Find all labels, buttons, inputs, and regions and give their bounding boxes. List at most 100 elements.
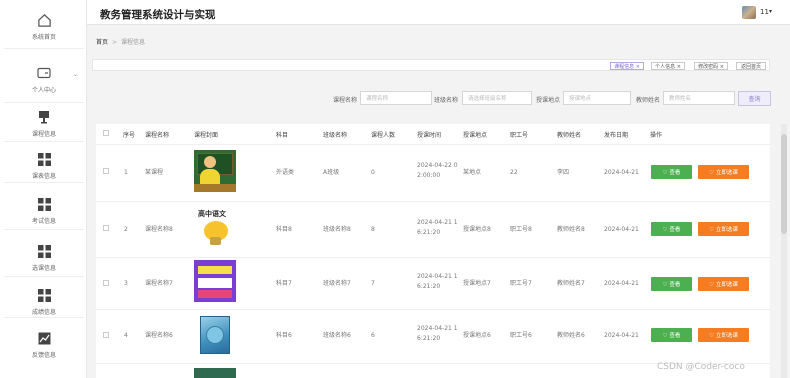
cell-course-name: 课程名称7 xyxy=(145,280,173,287)
sidebar-item-home[interactable]: 系统首页 xyxy=(4,0,84,49)
cell-time: 6:21:20 xyxy=(417,335,441,342)
enroll-button[interactable]: ♡ 立即选课 xyxy=(698,328,749,342)
course-name-input[interactable]: 课程名称 xyxy=(360,91,432,105)
breadcrumb-current: 课程信息 xyxy=(121,39,146,46)
cover-title: 高中语文 xyxy=(198,210,226,218)
header-actions: 操作 xyxy=(650,132,663,139)
sidebar-item-courses[interactable]: 课程信息 xyxy=(4,103,84,142)
trend-icon xyxy=(36,330,52,346)
caret-down-icon[interactable]: ▾ xyxy=(769,8,772,15)
header-index: 序号 xyxy=(123,132,136,139)
grid-icon xyxy=(36,287,52,303)
tag-home[interactable]: 返回首页 xyxy=(736,62,766,70)
user-name[interactable]: 11 xyxy=(760,8,769,16)
cell-class: A班级 xyxy=(323,169,340,176)
sidebar: 系统首页 个人中心 ⌄ 课程信息 课表信息 考试信息 选课信息 成绩信息 反馈信… xyxy=(0,0,87,378)
sidebar-item-label: 个人中心 xyxy=(31,87,56,94)
top-header: 教务管理系统设计与实现 11 ▾ xyxy=(87,0,790,25)
table-row: 4 课程名称6 科目6 班级名称6 6 2024-04-21 1 6:21:20… xyxy=(96,309,770,363)
cell-course-name: 某课程 xyxy=(145,169,164,176)
view-button[interactable]: ♡ 查看 xyxy=(651,328,692,342)
cell-location: 授课地点6 xyxy=(463,332,491,339)
cell-count: 0 xyxy=(371,169,375,176)
cell-staff-id: 22 xyxy=(510,169,518,176)
cell-staff-id: 职工号6 xyxy=(510,332,532,339)
row-checkbox[interactable] xyxy=(103,168,109,174)
cell-subject: 科目8 xyxy=(276,226,292,233)
cell-class: 班级名称7 xyxy=(323,280,351,287)
search-button[interactable]: 查询 xyxy=(738,91,771,106)
cell-time: 6:21:20 xyxy=(417,229,441,236)
cell-date: 2024-04-21 xyxy=(604,169,639,176)
sidebar-item-personal[interactable]: 个人中心 ⌄ xyxy=(4,55,84,103)
sidebar-item-feedback[interactable]: 反馈信息 xyxy=(4,318,84,364)
grid-icon xyxy=(36,196,52,212)
cell-date: 2024-04-21 xyxy=(604,332,639,339)
cell-teacher: 教师姓名8 xyxy=(557,226,585,233)
sidebar-item-schedule[interactable]: 课表信息 xyxy=(4,142,84,183)
header-staff-id: 职工号 xyxy=(510,132,529,139)
course-cover-image xyxy=(194,150,236,192)
row-checkbox[interactable] xyxy=(103,332,109,338)
cell-class: 班级名称8 xyxy=(323,226,351,233)
header-location: 授课地点 xyxy=(463,132,488,139)
cell-time: 2024-04-21 1 xyxy=(417,325,458,332)
cell-time: 2024-04-21 1 xyxy=(417,273,458,280)
sidebar-item-label: 课程信息 xyxy=(31,131,56,138)
sidebar-item-exams[interactable]: 考试信息 xyxy=(4,183,84,230)
class-name-select[interactable]: 请选择班级名称 xyxy=(462,91,532,105)
table-row: 3 课程名称7 科目7 班级名称7 7 2024-04-21 1 6:21:20… xyxy=(96,257,770,309)
cell-count: 6 xyxy=(371,332,375,339)
grid-icon xyxy=(36,151,52,167)
select-all-checkbox[interactable] xyxy=(103,130,109,136)
cell-index: 1 xyxy=(124,169,128,176)
class-name-label: 班级名称 xyxy=(434,97,459,104)
cell-subject: 外语类 xyxy=(276,169,295,176)
cell-count: 7 xyxy=(371,280,375,287)
enroll-button[interactable]: ♡ 立即选课 xyxy=(698,222,749,236)
cell-course-name: 课程名称6 xyxy=(145,332,173,339)
tag-profile[interactable]: 个人信息 × xyxy=(651,62,685,70)
app-title: 教务管理系统设计与实现 xyxy=(100,9,216,21)
avatar[interactable] xyxy=(742,6,756,19)
enroll-button[interactable]: ♡ 立即选课 xyxy=(698,277,749,291)
cell-date: 2024-04-21 xyxy=(604,280,639,287)
teacher-input[interactable]: 教师姓名 xyxy=(663,91,735,105)
sidebar-item-enrollment[interactable]: 选课信息 xyxy=(4,230,84,277)
breadcrumb-separator: > xyxy=(112,39,118,46)
cell-time: 2:00:00 xyxy=(417,172,441,179)
cell-teacher: 李四 xyxy=(557,169,570,176)
scrollbar-thumb[interactable] xyxy=(781,134,787,234)
table-row: 1 某课程 外语类 A班级 0 2024-04-22 0 2:00:00 某地点… xyxy=(96,144,770,192)
tag-courses[interactable]: 课程信息 × xyxy=(610,62,644,70)
cell-teacher: 教师姓名6 xyxy=(557,332,585,339)
sidebar-item-label: 系统首页 xyxy=(31,34,56,41)
row-checkbox[interactable] xyxy=(103,280,109,286)
tag-bar: 课程信息 × 个人信息 × 修改密码 × 返回首页 xyxy=(92,59,770,71)
view-button[interactable]: ♡ 查看 xyxy=(651,222,692,236)
table-scrollbar[interactable] xyxy=(781,124,787,378)
wallet-icon xyxy=(36,65,52,81)
enroll-button[interactable]: ♡ 立即选课 xyxy=(698,165,749,179)
header-teacher: 教师姓名 xyxy=(557,132,582,139)
sidebar-item-grades[interactable]: 成绩信息 xyxy=(4,277,84,318)
cell-time: 6:21:20 xyxy=(417,283,441,290)
breadcrumb-home[interactable]: 首页 xyxy=(96,39,108,46)
location-label: 授课地点 xyxy=(536,97,561,104)
view-button[interactable]: ♡ 查看 xyxy=(651,277,692,291)
cell-course-name: 课程名称8 xyxy=(145,226,173,233)
course-name-label: 课程名称 xyxy=(333,97,358,104)
cell-teacher: 教师姓名7 xyxy=(557,280,585,287)
course-cover-image: 高中语文 xyxy=(194,207,236,249)
watermark: CSDN @Coder-coco xyxy=(657,362,745,372)
course-table: 序号 课程名称 课程封面 科目 班级名称 课程人数 授课时间 授课地点 职工号 … xyxy=(96,124,770,378)
sidebar-item-label: 选课信息 xyxy=(31,265,56,272)
row-checkbox[interactable] xyxy=(103,225,109,231)
cell-class: 班级名称6 xyxy=(323,332,351,339)
tag-password[interactable]: 修改密码 × xyxy=(694,62,728,70)
view-button[interactable]: ♡ 查看 xyxy=(651,165,692,179)
cell-index: 2 xyxy=(124,226,128,233)
header-date: 发布日期 xyxy=(604,132,629,139)
cell-index: 3 xyxy=(124,280,128,287)
location-input[interactable]: 授课地点 xyxy=(563,91,631,105)
